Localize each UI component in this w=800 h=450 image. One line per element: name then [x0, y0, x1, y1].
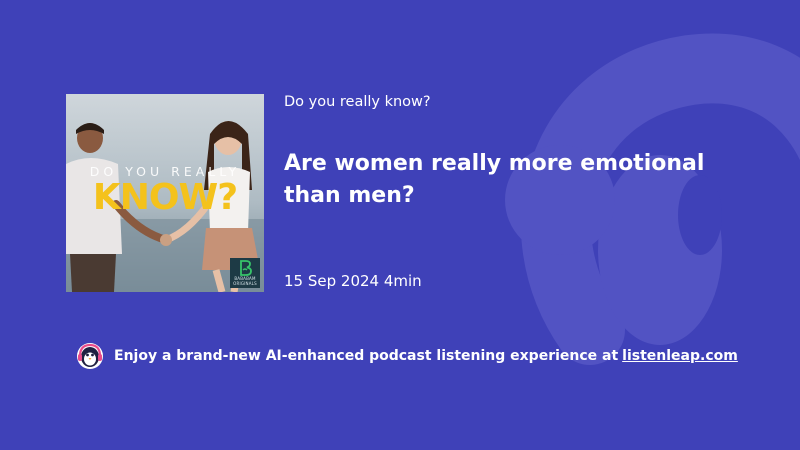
bababam-logo-icon — [240, 260, 252, 276]
podcast-name[interactable]: Do you really know? — [284, 94, 431, 110]
promo-banner: Enjoy a brand-new AI-enhanced podcast li… — [76, 342, 738, 370]
publisher-badge: BABABAM ORIGINALS — [230, 258, 260, 288]
episode-title[interactable]: Are women really more emotional than men… — [284, 148, 764, 212]
episode-meta: 15 Sep 2024 4min — [284, 272, 422, 290]
episode-date: 15 Sep 2024 — [284, 272, 380, 290]
promo-text: Enjoy a brand-new AI-enhanced podcast li… — [114, 348, 619, 364]
penguin-headphones-icon — [77, 343, 103, 369]
podcast-cover-art[interactable]: DO YOU REALLY KNOW? BABABAM ORIGINALS — [66, 94, 264, 292]
episode-duration: 4min — [383, 272, 422, 290]
cover-title-text: KNOW? — [92, 177, 238, 218]
publisher-badge-label: BABABAM ORIGINALS — [233, 276, 257, 286]
listenleap-link[interactable]: listenleap.com — [622, 348, 738, 364]
